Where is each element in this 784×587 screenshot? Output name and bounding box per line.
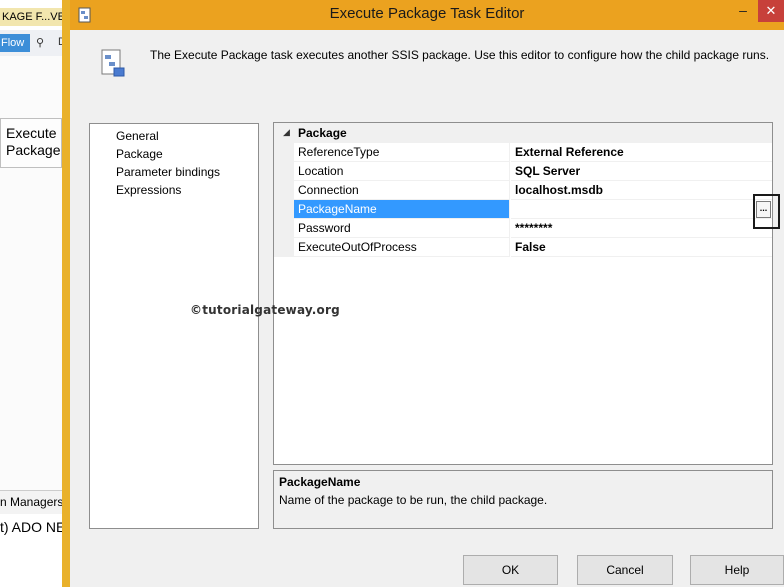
- ok-button[interactable]: OK: [463, 555, 558, 585]
- property-value[interactable]: False: [511, 238, 772, 257]
- property-value[interactable]: localhost.msdb: [511, 181, 772, 200]
- nav-item-parameter-bindings[interactable]: Parameter bindings: [90, 163, 258, 181]
- property-row-referencetype[interactable]: ReferenceType External Reference: [274, 143, 772, 162]
- property-value[interactable]: SQL Server: [511, 162, 772, 181]
- property-row-executeoutofprocess[interactable]: ExecuteOutOfProcess False: [274, 238, 772, 257]
- connection-manager-item[interactable]: t) ADO NE: [0, 514, 70, 587]
- property-description-panel: PackageName Name of the package to be ru…: [273, 470, 773, 529]
- execute-package-task-editor-dialog: Execute Package Task Editor – ✕ The Exec…: [62, 0, 784, 587]
- property-row-password[interactable]: Password ********: [274, 219, 772, 238]
- property-name[interactable]: ExecuteOutOfProcess: [294, 238, 510, 257]
- property-name[interactable]: ReferenceType: [294, 143, 510, 162]
- execute-package-task-box[interactable]: Execute Package: [0, 118, 62, 168]
- background-window: KAGE F...VE Flow ⚲ D Execute Package n M…: [0, 0, 70, 587]
- control-flow-tab[interactable]: Flow: [0, 34, 30, 52]
- help-button[interactable]: Help: [690, 555, 784, 585]
- property-name[interactable]: PackageName: [294, 200, 510, 219]
- cancel-button[interactable]: Cancel: [577, 555, 673, 585]
- connection-managers-tab[interactable]: n Managers: [0, 490, 70, 514]
- binoculars-icon[interactable]: ⚲: [36, 36, 44, 49]
- property-row-connection[interactable]: Connection localhost.msdb: [274, 181, 772, 200]
- annotation-highlight-box: [753, 194, 780, 229]
- property-row-location[interactable]: Location SQL Server: [274, 162, 772, 181]
- watermark: ©tutorialgateway.org: [190, 303, 340, 317]
- minimize-button[interactable]: –: [732, 2, 754, 20]
- background-tab-title[interactable]: KAGE F...VE: [0, 8, 70, 26]
- property-row-packagename[interactable]: PackageName ...: [274, 200, 772, 219]
- description-title: PackageName: [279, 475, 361, 489]
- category-label: Package: [298, 126, 347, 140]
- property-value-input[interactable]: [511, 200, 772, 219]
- close-button[interactable]: ✕: [758, 0, 784, 22]
- property-name[interactable]: Location: [294, 162, 510, 181]
- nav-item-package[interactable]: Package: [90, 145, 258, 163]
- dialog-title: Execute Package Task Editor: [329, 5, 525, 22]
- navigation-list: General Package Parameter bindings Expre…: [89, 123, 259, 529]
- property-name[interactable]: Connection: [294, 181, 510, 200]
- dialog-description: The Execute Package task executes anothe…: [150, 48, 770, 62]
- property-grid: ◢ Package ReferenceType External Referen…: [273, 122, 773, 465]
- property-value[interactable]: External Reference: [511, 143, 772, 162]
- nav-item-expressions[interactable]: Expressions: [90, 181, 258, 199]
- title-bar[interactable]: Execute Package Task Editor – ✕: [70, 0, 784, 30]
- collapse-arrow-icon[interactable]: ◢: [283, 127, 290, 138]
- package-icon: [101, 49, 125, 77]
- nav-item-general[interactable]: General: [90, 127, 258, 145]
- property-value[interactable]: ********: [511, 219, 772, 238]
- description-text: Name of the package to be run, the child…: [279, 493, 548, 507]
- property-name[interactable]: Password: [294, 219, 510, 238]
- category-header[interactable]: ◢ Package: [274, 123, 772, 143]
